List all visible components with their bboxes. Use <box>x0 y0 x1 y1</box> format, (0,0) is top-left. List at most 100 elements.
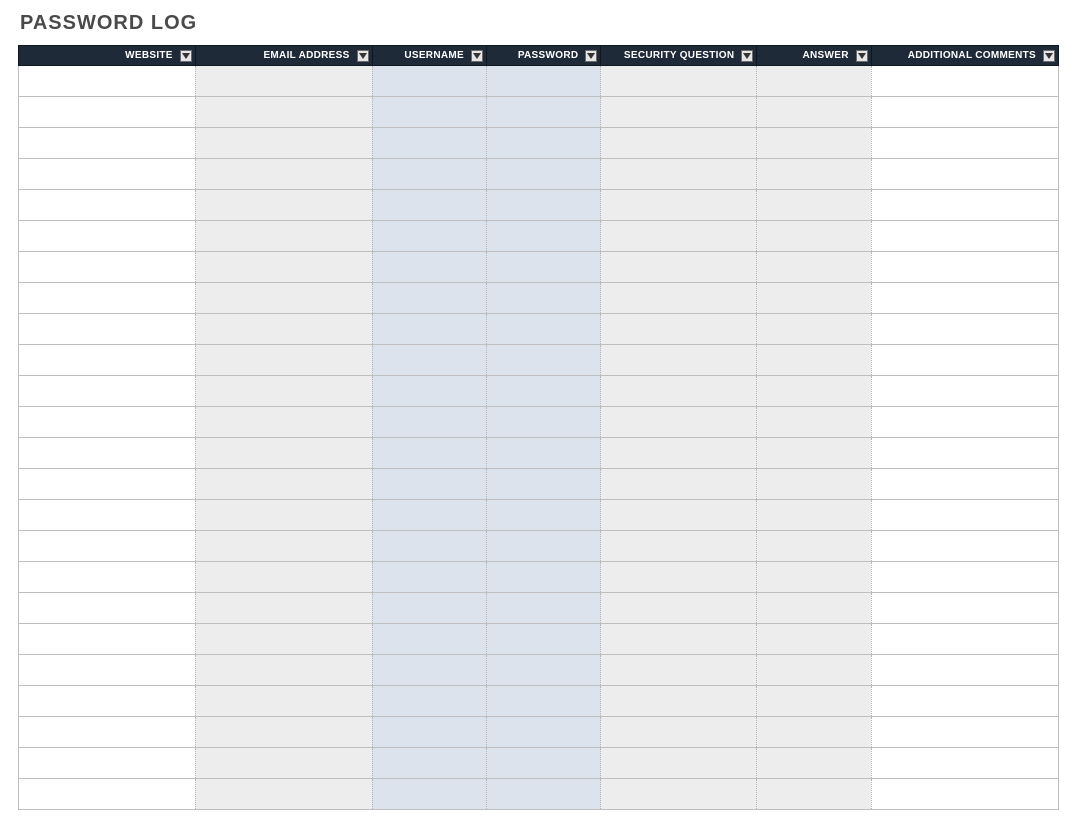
cell-username[interactable] <box>372 314 486 345</box>
cell-secq[interactable] <box>601 469 757 500</box>
cell-comments[interactable] <box>871 469 1058 500</box>
column-header-comments[interactable]: ADDITIONAL COMMENTS <box>871 46 1058 66</box>
column-header-email[interactable]: EMAIL ADDRESS <box>195 46 372 66</box>
cell-answer[interactable] <box>757 531 871 562</box>
cell-username[interactable] <box>372 66 486 97</box>
cell-answer[interactable] <box>757 314 871 345</box>
cell-website[interactable] <box>19 314 196 345</box>
cell-password[interactable] <box>486 314 600 345</box>
cell-password[interactable] <box>486 748 600 779</box>
filter-dropdown-icon[interactable] <box>741 50 753 62</box>
cell-website[interactable] <box>19 748 196 779</box>
cell-answer[interactable] <box>757 159 871 190</box>
cell-comments[interactable] <box>871 655 1058 686</box>
cell-website[interactable] <box>19 283 196 314</box>
cell-email[interactable] <box>195 314 372 345</box>
cell-secq[interactable] <box>601 283 757 314</box>
cell-answer[interactable] <box>757 407 871 438</box>
cell-password[interactable] <box>486 376 600 407</box>
cell-secq[interactable] <box>601 97 757 128</box>
filter-dropdown-icon[interactable] <box>357 50 369 62</box>
cell-answer[interactable] <box>757 190 871 221</box>
cell-secq[interactable] <box>601 624 757 655</box>
cell-email[interactable] <box>195 686 372 717</box>
cell-website[interactable] <box>19 562 196 593</box>
cell-password[interactable] <box>486 345 600 376</box>
cell-comments[interactable] <box>871 686 1058 717</box>
cell-answer[interactable] <box>757 655 871 686</box>
cell-username[interactable] <box>372 283 486 314</box>
cell-website[interactable] <box>19 779 196 810</box>
cell-website[interactable] <box>19 407 196 438</box>
cell-secq[interactable] <box>601 128 757 159</box>
cell-comments[interactable] <box>871 66 1058 97</box>
cell-answer[interactable] <box>757 593 871 624</box>
cell-password[interactable] <box>486 531 600 562</box>
cell-secq[interactable] <box>601 159 757 190</box>
cell-secq[interactable] <box>601 66 757 97</box>
cell-email[interactable] <box>195 283 372 314</box>
filter-dropdown-icon[interactable] <box>856 50 868 62</box>
cell-password[interactable] <box>486 438 600 469</box>
cell-answer[interactable] <box>757 283 871 314</box>
cell-email[interactable] <box>195 128 372 159</box>
cell-comments[interactable] <box>871 128 1058 159</box>
cell-website[interactable] <box>19 717 196 748</box>
cell-password[interactable] <box>486 221 600 252</box>
column-header-security-question[interactable]: SECURITY QUESTION <box>601 46 757 66</box>
cell-website[interactable] <box>19 128 196 159</box>
cell-comments[interactable] <box>871 159 1058 190</box>
cell-comments[interactable] <box>871 283 1058 314</box>
cell-secq[interactable] <box>601 221 757 252</box>
cell-website[interactable] <box>19 66 196 97</box>
cell-email[interactable] <box>195 376 372 407</box>
cell-website[interactable] <box>19 345 196 376</box>
cell-website[interactable] <box>19 655 196 686</box>
cell-secq[interactable] <box>601 438 757 469</box>
cell-answer[interactable] <box>757 779 871 810</box>
cell-username[interactable] <box>372 97 486 128</box>
cell-email[interactable] <box>195 779 372 810</box>
cell-email[interactable] <box>195 593 372 624</box>
cell-password[interactable] <box>486 66 600 97</box>
cell-website[interactable] <box>19 593 196 624</box>
cell-secq[interactable] <box>601 407 757 438</box>
cell-username[interactable] <box>372 717 486 748</box>
cell-email[interactable] <box>195 66 372 97</box>
cell-answer[interactable] <box>757 562 871 593</box>
cell-password[interactable] <box>486 500 600 531</box>
cell-password[interactable] <box>486 624 600 655</box>
cell-website[interactable] <box>19 97 196 128</box>
cell-secq[interactable] <box>601 314 757 345</box>
cell-answer[interactable] <box>757 500 871 531</box>
cell-username[interactable] <box>372 469 486 500</box>
cell-secq[interactable] <box>601 345 757 376</box>
cell-secq[interactable] <box>601 190 757 221</box>
cell-secq[interactable] <box>601 655 757 686</box>
cell-username[interactable] <box>372 159 486 190</box>
cell-answer[interactable] <box>757 221 871 252</box>
column-header-answer[interactable]: ANSWER <box>757 46 871 66</box>
cell-website[interactable] <box>19 624 196 655</box>
cell-comments[interactable] <box>871 531 1058 562</box>
cell-website[interactable] <box>19 531 196 562</box>
cell-website[interactable] <box>19 469 196 500</box>
cell-comments[interactable] <box>871 438 1058 469</box>
cell-email[interactable] <box>195 624 372 655</box>
cell-answer[interactable] <box>757 97 871 128</box>
cell-email[interactable] <box>195 531 372 562</box>
filter-dropdown-icon[interactable] <box>180 50 192 62</box>
cell-password[interactable] <box>486 562 600 593</box>
cell-secq[interactable] <box>601 252 757 283</box>
cell-answer[interactable] <box>757 345 871 376</box>
cell-password[interactable] <box>486 97 600 128</box>
cell-website[interactable] <box>19 252 196 283</box>
cell-email[interactable] <box>195 717 372 748</box>
column-header-website[interactable]: WEBSITE <box>19 46 196 66</box>
cell-secq[interactable] <box>601 562 757 593</box>
cell-password[interactable] <box>486 469 600 500</box>
cell-website[interactable] <box>19 500 196 531</box>
cell-password[interactable] <box>486 593 600 624</box>
cell-username[interactable] <box>372 686 486 717</box>
cell-answer[interactable] <box>757 624 871 655</box>
